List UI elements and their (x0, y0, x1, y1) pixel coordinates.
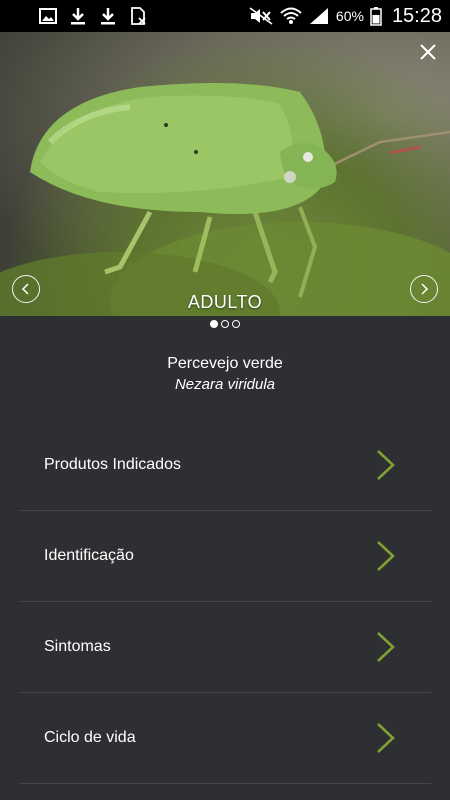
pager-dot[interactable] (232, 320, 240, 328)
battery-icon (370, 7, 382, 26)
notification-icons (38, 6, 148, 26)
download-icon (71, 8, 85, 25)
menu-item-label: Produtos Indicados (44, 456, 181, 473)
menu-item-produtos-indicados[interactable]: Produtos Indicados (19, 420, 431, 511)
chevron-right-icon (377, 723, 395, 753)
pest-common-name: Percevejo verde (167, 355, 283, 372)
battery-percent: 60% (335, 8, 364, 24)
menu-item-label: Sintomas (44, 638, 111, 655)
menu-item-label: Identificação (44, 547, 134, 564)
image-pager (0, 320, 450, 328)
close-icon[interactable] (416, 40, 440, 64)
menu-item-identificacao[interactable]: Identificação (19, 511, 431, 602)
pest-info-menu: Produtos Indicados Identificação Sintoma… (19, 420, 431, 784)
sim-off-icon (131, 7, 146, 25)
pager-dot[interactable] (210, 320, 218, 328)
chevron-right-icon (377, 450, 395, 480)
download-icon (101, 8, 115, 25)
menu-item-sintomas[interactable]: Sintomas (19, 602, 431, 693)
pest-scientific-name: Nezara viridula (174, 376, 276, 393)
pager-dot[interactable] (221, 320, 229, 328)
signal-icon (309, 8, 328, 24)
clock: 15:28 (391, 4, 442, 27)
system-icons: 60% 15:28 (248, 0, 442, 32)
stink-bug-photo (0, 83, 450, 316)
chevron-right-icon (377, 541, 395, 571)
wifi-icon (280, 7, 302, 24)
status-bar: 60% 15:28 (0, 0, 450, 32)
mute-icon (249, 7, 273, 25)
chevron-right-icon (377, 632, 395, 662)
life-stage-label: ADULTO (187, 292, 263, 312)
image-icon (39, 8, 57, 24)
menu-item-ciclo-de-vida[interactable]: Ciclo de vida (19, 693, 431, 784)
menu-item-label: Ciclo de vida (44, 729, 136, 746)
pest-photo-gallery[interactable]: ADULTO (0, 32, 450, 316)
